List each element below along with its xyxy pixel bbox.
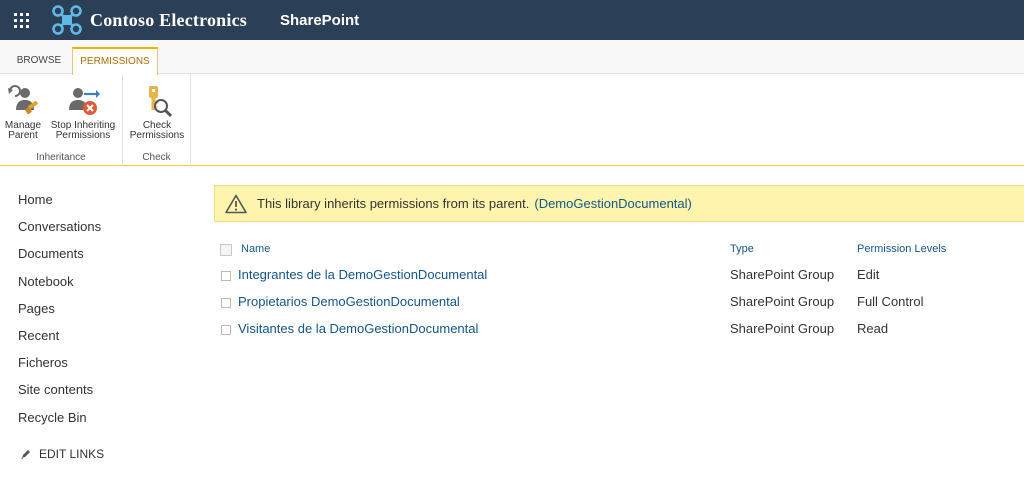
tab-permissions[interactable]: PERMISSIONS — [72, 47, 158, 75]
manage-parent-label-2: Parent — [8, 130, 38, 141]
row-checkbox[interactable] — [221, 324, 231, 335]
pencil-icon — [21, 450, 30, 459]
ribbon-tab-strip: BROWSE PERMISSIONS — [0, 40, 1024, 75]
app-name[interactable]: SharePoint — [280, 12, 359, 29]
permission-level: Edit — [857, 267, 880, 282]
notice-text: This library inherits permissions from i… — [257, 196, 530, 211]
check-permissions-label-2: Permissions — [129, 130, 185, 141]
ribbon-group-check: Check Permissions Check — [123, 74, 191, 166]
group-type: SharePoint Group — [730, 267, 835, 282]
group-name-link[interactable]: Propietarios DemoGestionDocumental — [238, 294, 460, 309]
app-launcher-icon[interactable] — [0, 0, 42, 40]
check-permissions-button[interactable]: Check Permissions — [127, 84, 187, 141]
select-all-checkbox[interactable] — [220, 244, 232, 256]
left-navigation: Home Conversations Documents Notebook Pa… — [18, 190, 188, 435]
table-header: Name Type Permission Levels — [214, 238, 994, 262]
permission-level: Full Control — [857, 294, 924, 309]
suite-bar: Contoso Electronics SharePoint — [0, 0, 1024, 40]
nav-item-pages[interactable]: Pages — [18, 299, 188, 326]
brand[interactable]: Contoso Electronics — [52, 0, 247, 40]
row-checkbox[interactable] — [221, 270, 231, 281]
permissions-table: Name Type Permission Levels Integrantes … — [214, 238, 994, 343]
tab-browse[interactable]: BROWSE — [10, 50, 68, 74]
group-type: SharePoint Group — [730, 321, 835, 336]
brand-name: Contoso Electronics — [90, 9, 247, 30]
ribbon: Manage Parent Stop Inheriting Permission… — [0, 74, 1024, 166]
row-checkbox[interactable] — [221, 297, 231, 308]
ribbon-group-inheritance: Manage Parent Stop Inheriting Permission… — [0, 74, 123, 166]
nav-item-recent[interactable]: Recent — [18, 326, 188, 353]
group-name-link[interactable]: Integrantes de la DemoGestionDocumental — [238, 267, 487, 282]
column-header-permission-levels[interactable]: Permission Levels — [857, 243, 946, 255]
nav-item-conversations[interactable]: Conversations — [18, 217, 188, 244]
permission-level: Read — [857, 321, 889, 336]
group-type: SharePoint Group — [730, 294, 835, 309]
stop-inheriting-icon — [69, 88, 100, 115]
inheritance-notice: This library inherits permissions from i… — [214, 185, 1024, 222]
nav-item-home[interactable]: Home — [18, 190, 188, 217]
group-name-link[interactable]: Visitantes de la DemoGestionDocumental — [238, 321, 478, 336]
table-row: Integrantes de la DemoGestionDocumental … — [214, 262, 994, 289]
table-row: Visitantes de la DemoGestionDocumental S… — [214, 316, 994, 343]
group-label-inheritance: Inheritance — [36, 152, 86, 163]
manage-parent-button[interactable]: Manage Parent — [4, 84, 42, 141]
contoso-logo-icon — [52, 5, 82, 35]
group-label-check: Check — [142, 152, 171, 163]
check-permissions-icon — [149, 86, 173, 118]
nav-item-site-contents[interactable]: Site contents — [18, 380, 188, 407]
column-header-name[interactable]: Name — [241, 243, 270, 255]
nav-item-notebook[interactable]: Notebook — [18, 272, 188, 299]
column-header-type[interactable]: Type — [730, 243, 754, 255]
nav-item-documents[interactable]: Documents — [18, 244, 188, 271]
nav-item-recycle-bin[interactable]: Recycle Bin — [18, 408, 188, 435]
table-row: Propietarios DemoGestionDocumental Share… — [214, 289, 994, 316]
nav-item-ficheros[interactable]: Ficheros — [18, 353, 188, 380]
stop-inheriting-button[interactable]: Stop Inheriting Permissions — [46, 84, 120, 141]
edit-links-button[interactable]: EDIT LINKS — [20, 447, 104, 461]
stop-inheriting-label-2: Permissions — [55, 130, 111, 141]
parent-site-link[interactable]: (DemoGestionDocumental) — [534, 196, 692, 211]
edit-links-label: EDIT LINKS — [39, 447, 105, 461]
warning-icon — [225, 194, 247, 213]
manage-parent-icon — [8, 85, 38, 115]
